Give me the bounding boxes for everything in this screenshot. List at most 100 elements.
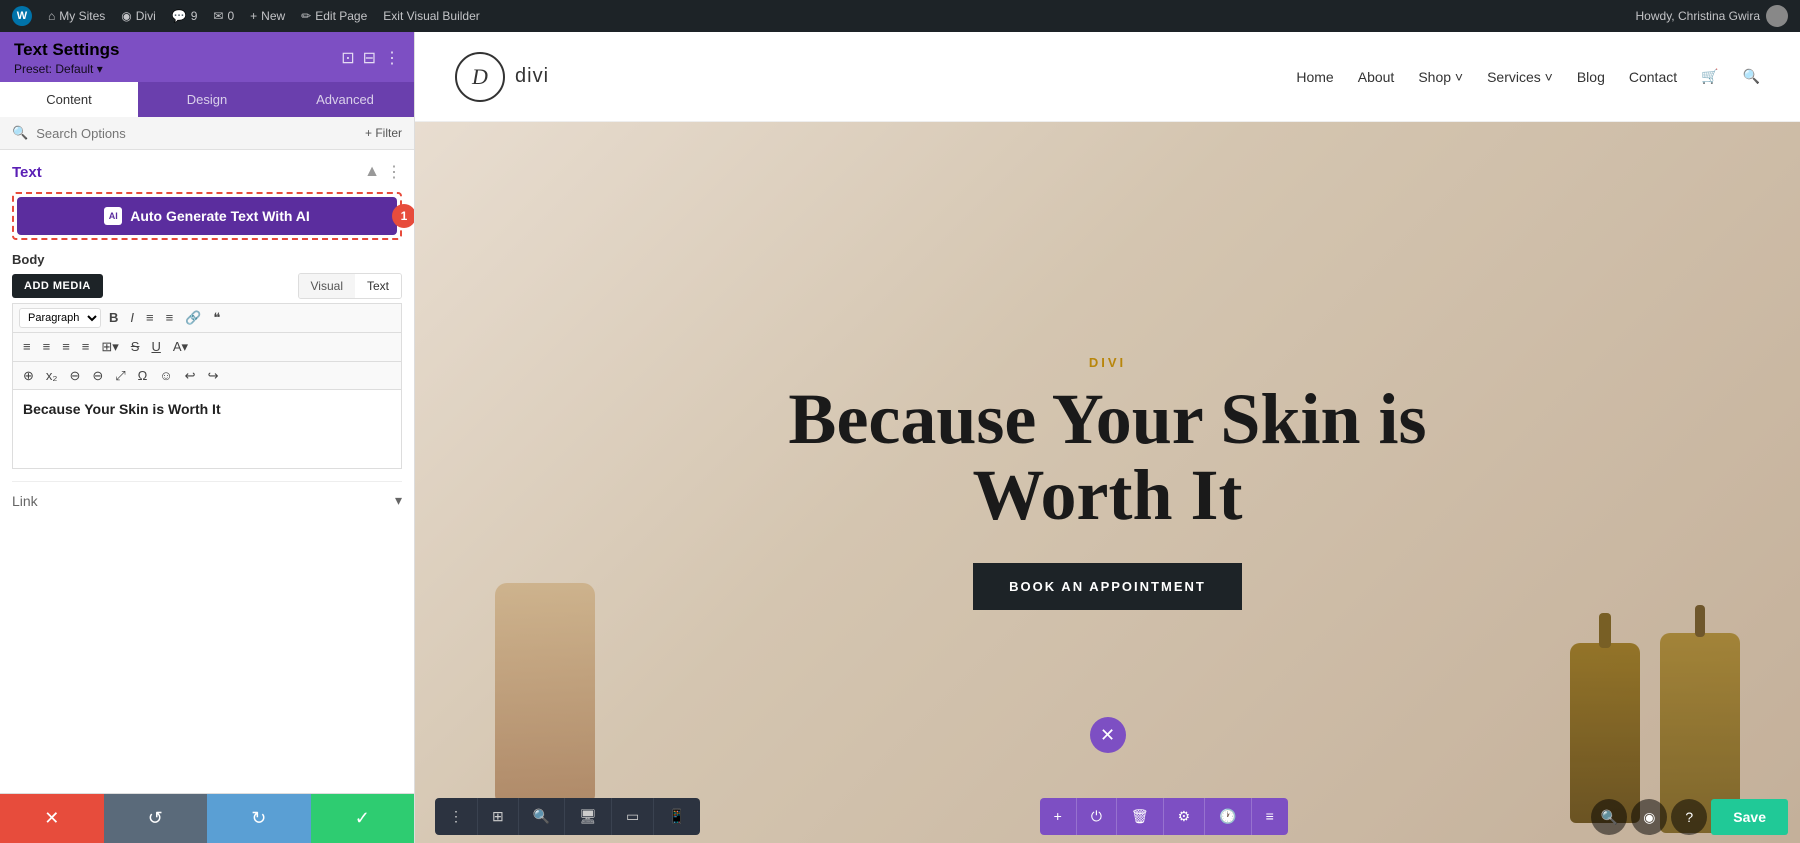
paste-button[interactable]: ⊕: [19, 366, 38, 386]
section-menu-icon[interactable]: ⋮: [386, 162, 402, 182]
link-button[interactable]: 🔗: [181, 308, 205, 328]
tab-design[interactable]: Design: [138, 82, 276, 117]
panel-split-icon[interactable]: ⊟: [363, 48, 376, 68]
align-right-button[interactable]: ≡: [58, 337, 74, 357]
nav-about[interactable]: About: [1358, 69, 1395, 85]
layers-icon[interactable]: ◉: [1631, 799, 1667, 835]
ol-button[interactable]: ≡: [162, 308, 178, 328]
logo-name: divi: [515, 65, 549, 88]
site-nav: D divi Home About Shop ˅ Services ˅ Blog…: [415, 32, 1800, 122]
comments-icon: 💬: [172, 9, 187, 23]
right-toolbar: 🔍 ◉ ? Save: [1591, 799, 1788, 835]
search-input[interactable]: [36, 126, 357, 141]
wp-logo-icon[interactable]: W: [12, 6, 32, 26]
ai-generate-button[interactable]: AI Auto Generate Text With AI: [17, 197, 397, 235]
hero-cta-button[interactable]: BOOK AN APPOINTMENT: [973, 563, 1242, 610]
history-button[interactable]: 🕐: [1205, 798, 1251, 835]
admin-bar: W ⌂ My Sites ◉ Divi 💬 9 ✉ 0 + New ✏ Edit…: [0, 0, 1800, 32]
subscript-button[interactable]: x₂: [42, 366, 62, 386]
nav-services[interactable]: Services ˅: [1487, 69, 1553, 85]
toolbar-search-icon[interactable]: 🔍: [519, 798, 565, 835]
fullscreen-button[interactable]: ⤢: [111, 366, 129, 386]
emoji-button[interactable]: ☺: [155, 366, 176, 386]
italic-button[interactable]: I: [126, 308, 138, 328]
toolbar-tablet-icon[interactable]: ▭: [612, 798, 654, 835]
nav-contact[interactable]: Contact: [1629, 69, 1677, 85]
font-color-button[interactable]: A▾: [169, 337, 192, 357]
delete-module-button[interactable]: 🗑: [1117, 798, 1164, 835]
toolbar-menu-icon[interactable]: ⋮: [435, 798, 478, 835]
table-button[interactable]: ⊞▾: [97, 337, 122, 357]
tab-advanced[interactable]: Advanced: [276, 82, 414, 117]
my-sites-link[interactable]: ⌂ My Sites: [48, 9, 105, 23]
save-button[interactable]: Save: [1711, 799, 1788, 835]
ul-button[interactable]: ≡: [142, 308, 158, 328]
ai-badge: 1: [392, 204, 414, 228]
toolbar-mobile-icon[interactable]: 📱: [654, 798, 699, 835]
panel-preset[interactable]: Preset: Default ▾: [14, 62, 119, 76]
search-right-icon[interactable]: 🔍: [1591, 799, 1627, 835]
cancel-button[interactable]: ✕: [0, 794, 104, 843]
bold-button[interactable]: B: [105, 308, 122, 328]
blockquote-button[interactable]: ❝: [209, 308, 224, 328]
filter-button[interactable]: + Filter: [365, 126, 402, 140]
link-section: Link ▾: [12, 481, 402, 519]
align-center-button[interactable]: ≡: [39, 337, 55, 357]
search-icon: 🔍: [12, 125, 28, 141]
edit-page-link[interactable]: ✏ Edit Page: [301, 9, 367, 23]
user-menu[interactable]: Howdy, Christina Gwira: [1636, 5, 1788, 27]
confirm-button[interactable]: ✓: [311, 794, 415, 843]
strikethrough-button[interactable]: S: [127, 337, 144, 357]
more-button[interactable]: ≡: [1252, 798, 1288, 835]
help-icon[interactable]: ?: [1671, 799, 1707, 835]
align-justify-button[interactable]: ≡: [78, 337, 94, 357]
settings-module-button[interactable]: ⚙: [1164, 798, 1206, 835]
editor-toolbar-row3: ⊕ x₂ ⊖ ⊖ ⤢ Ω ☺ ↩ ↪: [12, 361, 402, 390]
panel-title: Text Settings: [14, 40, 119, 60]
tab-content[interactable]: Content: [0, 82, 138, 117]
panel-tabs: Content Design Advanced: [0, 82, 414, 117]
add-module-button[interactable]: +: [1040, 798, 1077, 835]
purple-close-button[interactable]: ✕: [1090, 717, 1126, 753]
new-link[interactable]: + New: [250, 9, 285, 23]
undo-footer-button[interactable]: ↺: [104, 794, 208, 843]
settings-panel: Text Settings Preset: Default ▾ ⊡ ⊟ ⋮ Co…: [0, 32, 415, 843]
nav-search-icon[interactable]: 🔍: [1743, 68, 1760, 85]
nav-blog[interactable]: Blog: [1577, 69, 1605, 85]
nav-home[interactable]: Home: [1296, 69, 1333, 85]
collapse-icon[interactable]: ▲: [364, 163, 380, 181]
search-bar: 🔍 + Filter: [0, 117, 414, 150]
panel-footer: ✕ ↺ ↻ ✓: [0, 793, 414, 843]
indent-button[interactable]: ⊖: [65, 366, 84, 386]
underline-button[interactable]: U: [147, 337, 164, 357]
panel-content: Text ▲ ⋮ AI Auto Generate Text With AI 1…: [0, 150, 414, 793]
middle-toolbar: + ⏻ 🗑 ⚙ 🕐 ≡: [1040, 798, 1288, 835]
power-button[interactable]: ⏻: [1077, 798, 1117, 835]
exit-builder-link[interactable]: Exit Visual Builder: [383, 9, 480, 23]
paragraph-select[interactable]: Paragraph: [19, 308, 101, 328]
outdent-button[interactable]: ⊖: [88, 366, 107, 386]
special-char-button[interactable]: Ω: [134, 366, 152, 386]
link-chevron-icon[interactable]: ▾: [395, 492, 402, 509]
editor-tab-text[interactable]: Text: [355, 274, 401, 298]
bottle-right1-decoration: [1570, 643, 1640, 823]
nav-shop[interactable]: Shop ˅: [1418, 69, 1463, 85]
toolbar-desktop-icon[interactable]: 🖥: [565, 798, 612, 835]
undo-button[interactable]: ↩: [181, 366, 200, 386]
divi-link[interactable]: ◉ Divi: [121, 9, 155, 23]
align-left-button[interactable]: ≡: [19, 337, 35, 357]
editor-tab-visual[interactable]: Visual: [299, 274, 355, 298]
messages-link[interactable]: ✉ 0: [213, 9, 234, 23]
add-media-button[interactable]: ADD MEDIA: [12, 274, 103, 298]
panel-resize-icon[interactable]: ⊡: [341, 48, 354, 68]
hero-title: Because Your Skin is Worth It: [758, 382, 1458, 533]
panel-header: Text Settings Preset: Default ▾ ⊡ ⊟ ⋮: [0, 32, 414, 82]
panel-menu-icon[interactable]: ⋮: [384, 48, 400, 68]
nav-cart-icon[interactable]: 🛒: [1701, 68, 1718, 85]
editor-content[interactable]: Because Your Skin is Worth It: [12, 389, 402, 469]
toolbar-grid-icon[interactable]: ⊞: [478, 798, 519, 835]
redo-button[interactable]: ↪: [204, 366, 223, 386]
comments-link[interactable]: 💬 9: [172, 9, 198, 23]
redo-footer-button[interactable]: ↻: [207, 794, 311, 843]
left-toolbar: ⋮ ⊞ 🔍 🖥 ▭ 📱: [435, 798, 700, 835]
